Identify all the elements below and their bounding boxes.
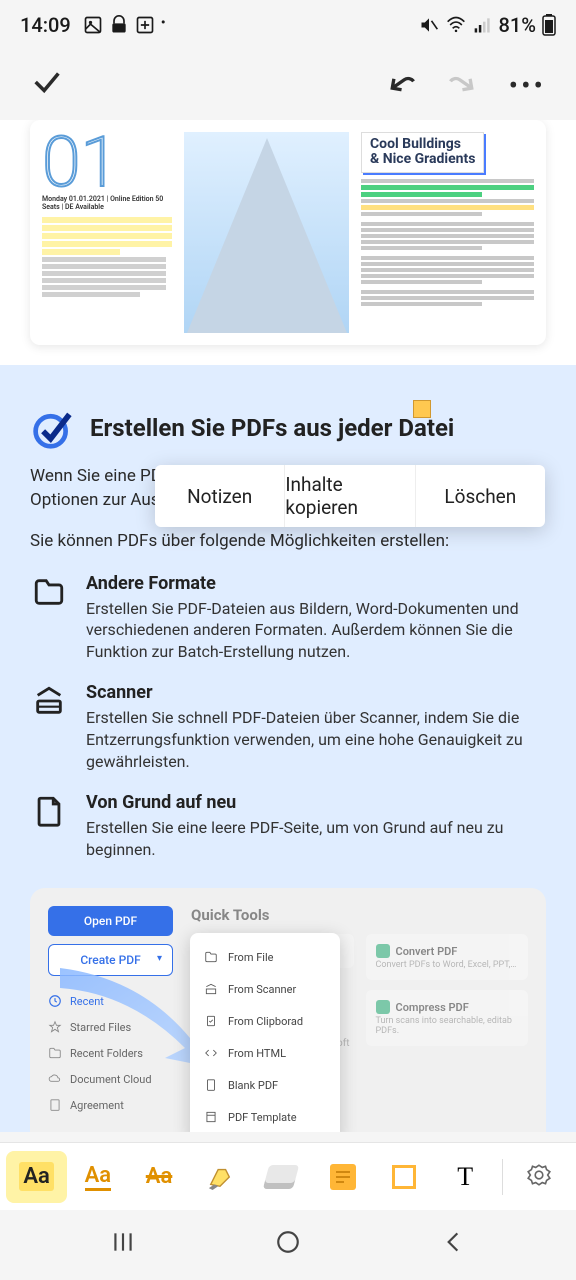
mute-icon <box>419 15 439 35</box>
mini-nav-cloud: Document Cloud <box>48 1072 173 1086</box>
strikethrough-tool[interactable]: Aa <box>128 1151 189 1203</box>
mini-nav-folders: Recent Folders <box>48 1046 173 1060</box>
system-nav-bar <box>0 1210 576 1280</box>
redo-button[interactable] <box>447 66 479 105</box>
feature-desc: Erstellen Sie schnell PDF-Dateien über S… <box>86 707 546 772</box>
dropdown-blank-pdf: Blank PDF <box>190 1069 340 1101</box>
document-content[interactable]: 01 Monday 01.01.2021 | Online Edition 50… <box>0 120 576 1132</box>
scanner-icon <box>30 682 68 720</box>
dropdown-pdf-template: PDF Template <box>190 1101 340 1132</box>
mini-nav-agreement: Agreement <box>48 1098 173 1112</box>
building-image <box>184 132 349 333</box>
back-nav-button[interactable] <box>440 1229 466 1261</box>
dropdown-from-clipboard: From Clipborad <box>190 1005 340 1037</box>
status-time: 14:09 <box>20 13 71 37</box>
context-menu: Notizen Inhalte kopieren Löschen <box>155 465 545 527</box>
feature-desc: Erstellen Sie eine leere PDF-Seite, um v… <box>86 817 546 860</box>
battery-icon <box>542 14 556 36</box>
wifi-icon <box>445 15 467 35</box>
feature-blank: Von Grund auf neu Erstellen Sie eine lee… <box>30 792 546 860</box>
status-left-icons: • <box>83 15 166 35</box>
settings-tool[interactable] <box>509 1151 570 1203</box>
feature-other-formats: Andere Formate Erstellen Sie PDF-Dateien… <box>30 573 546 663</box>
mini-compress-tile: Compress PDF Turn scans into searchable,… <box>366 990 529 1046</box>
mini-nav-recent: Recent <box>48 994 173 1008</box>
undo-button[interactable] <box>385 66 417 105</box>
context-notes-button[interactable]: Notizen <box>155 465 285 527</box>
top-toolbar: ••• <box>0 50 576 120</box>
text-tool[interactable]: T <box>435 1151 496 1203</box>
mini-app-screenshot: Open PDF Create PDF Recent Starred Files… <box>30 888 546 1132</box>
lock-icon <box>109 15 129 35</box>
folder-icon <box>30 573 68 611</box>
mini-convert-tile: Convert PDF Convert PDFs to Word, Excel,… <box>366 934 529 980</box>
dropdown-from-scanner: From Scanner <box>190 973 340 1005</box>
mini-open-pdf-button: Open PDF <box>48 906 173 936</box>
more-button[interactable]: ••• <box>509 69 546 102</box>
context-copy-button[interactable]: Inhalte kopieren <box>285 465 415 527</box>
plus-box-icon <box>135 15 155 35</box>
mini-create-dropdown: From File From Scanner From Clipborad Fr… <box>190 933 340 1132</box>
note-tool[interactable] <box>312 1151 373 1203</box>
file-icon <box>30 792 68 830</box>
feature-list: Andere Formate Erstellen Sie PDF-Dateien… <box>30 573 546 861</box>
dropdown-from-file: From File <box>190 941 340 973</box>
mini-quick-tools-title: Quick Tools <box>191 906 528 924</box>
image-icon <box>83 15 103 35</box>
feature-title: Von Grund auf neu <box>86 792 546 813</box>
shape-tool[interactable] <box>373 1151 434 1203</box>
signal-icon <box>473 15 493 35</box>
highlight-tool[interactable]: Aa <box>6 1151 67 1203</box>
marker-tool[interactable] <box>190 1151 251 1203</box>
done-button[interactable] <box>30 65 64 106</box>
document-preview-card: 01 Monday 01.01.2021 | Online Edition 50… <box>30 120 546 345</box>
recents-nav-button[interactable] <box>110 1229 136 1261</box>
feature-desc: Erstellen Sie PDF-Dateien aus Bildern, W… <box>86 598 546 663</box>
feature-title: Andere Formate <box>86 573 546 594</box>
feature-scanner: Scanner Erstellen Sie schnell PDF-Dateie… <box>30 682 546 772</box>
badge-title: Cool Bulldings & Nice Gradients <box>361 132 484 173</box>
eraser-tool[interactable] <box>251 1151 312 1203</box>
feature-title: Scanner <box>86 682 546 703</box>
mini-create-pdf-button: Create PDF <box>48 944 173 976</box>
underline-tool[interactable]: Aa <box>67 1151 128 1203</box>
battery-percent: 81% <box>499 13 536 37</box>
dropdown-from-html: From HTML <box>190 1037 340 1069</box>
doc-meta: Monday 01.01.2021 | Online Edition 50 Se… <box>42 195 172 211</box>
mini-nav-starred: Starred Files <box>48 1020 173 1034</box>
home-nav-button[interactable] <box>275 1229 301 1261</box>
page-big-number: 01 <box>42 132 172 195</box>
section-title: Erstellen Sie PDFs aus jeder Datei <box>90 414 454 442</box>
section-subtitle: Sie können PDFs über folgende Möglichkei… <box>30 531 546 551</box>
annotation-toolbar: Aa Aa Aa T <box>0 1142 576 1210</box>
toolbar-divider <box>502 1159 503 1195</box>
sticky-note-icon[interactable] <box>413 400 431 418</box>
checkmark-badge-icon <box>30 405 75 450</box>
status-bar: 14:09 • 81% <box>0 0 576 50</box>
context-delete-button[interactable]: Löschen <box>416 465 545 527</box>
